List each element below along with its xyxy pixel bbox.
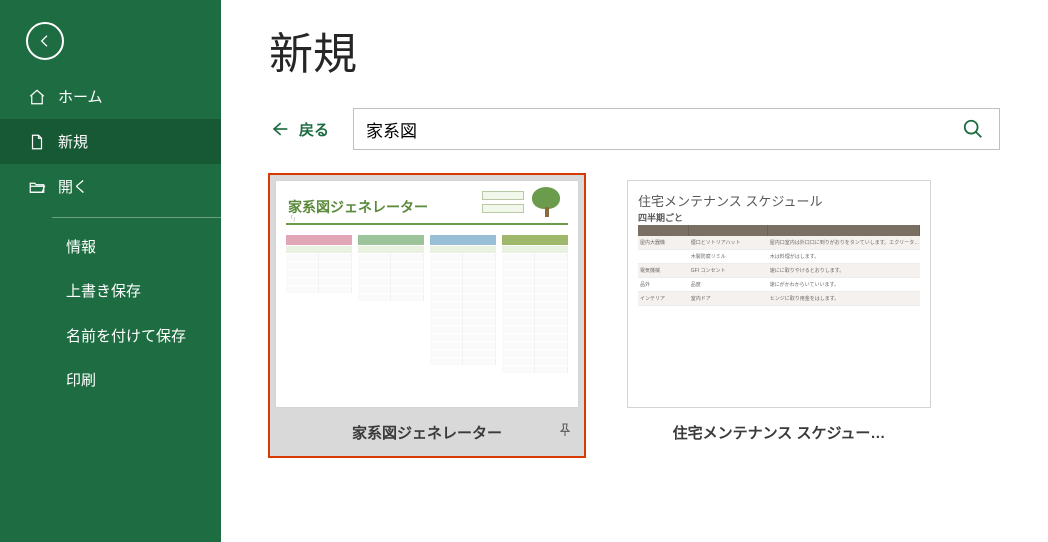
pin-button[interactable] [557, 422, 573, 443]
back-link-label: 戻る [299, 119, 329, 140]
template-thumbnail: 家系図ジェネレーター 「」 [269, 174, 585, 408]
sidebar-item-new[interactable]: 新規 [0, 119, 221, 164]
sidebar-item-label: ホーム [58, 86, 103, 107]
preview-divider [286, 223, 568, 225]
template-card-title: 家系図ジェネレーター [352, 422, 502, 443]
preview-subtitle: 「」 [288, 215, 298, 222]
back-arrow-icon [37, 33, 53, 49]
page-title: 新規 [269, 18, 1000, 82]
sidebar-item-label: 新規 [58, 131, 88, 152]
preview-table-head [638, 225, 920, 236]
tree-icon [532, 187, 562, 221]
preview-subtitle: 四半期ごと [638, 211, 683, 224]
pin-icon [557, 422, 573, 438]
preview-table-row: 品外品度速にがかわからいていいます。 [638, 278, 920, 292]
preview-title: 住宅メンテナンス スケジュール [638, 191, 822, 210]
preview-table-row: 屋内大器機煙口とソトリアハット屋内口室内は外口口に到りがおりをタンていします。エ… [638, 236, 920, 250]
template-card-home-maintenance[interactable]: 住宅メンテナンス スケジュール 四半期ごと 屋内大器機煙口とソトリアハット屋内口… [621, 174, 937, 457]
search-icon [962, 118, 984, 140]
sidebar-item-label: 情報 [66, 239, 96, 256]
back-arrow-icon [269, 119, 289, 139]
search-button[interactable] [959, 115, 987, 143]
open-folder-icon [28, 178, 46, 196]
sidebar-item-info[interactable]: 情報 [0, 226, 221, 270]
preview-table-row: 電気機械GFI コンセント速にに取りやけるとおりします。 [638, 264, 920, 278]
sidebar-item-label: 名前を付けて保存 [66, 328, 186, 345]
sidebar-item-home[interactable]: ホーム [0, 74, 221, 119]
backstage-sidebar: ホーム 新規 開く 情報 上書き保存 名前を付けて保存 印刷 [0, 0, 221, 542]
template-card-title: 住宅メンテナンス スケジュー… [673, 422, 886, 443]
sidebar-item-print[interactable]: 印刷 [0, 359, 221, 403]
preview-table: 屋内大器機煙口とソトリアハット屋内口室内は外口口に到りがおりをタンていします。エ… [638, 225, 920, 306]
new-file-icon [28, 133, 46, 151]
preview-table-row: インテリア室内ドアヒンジに取り用金をはします。 [638, 292, 920, 306]
home-icon [28, 88, 46, 106]
preview-tags [482, 191, 524, 213]
template-search-box[interactable] [353, 108, 1000, 150]
sidebar-submenu: 情報 上書き保存 名前を付けて保存 印刷 [0, 226, 221, 403]
sidebar-item-label: 印刷 [66, 372, 96, 389]
sidebar-menu: ホーム 新規 開く [0, 74, 221, 209]
thumbnail-preview: 住宅メンテナンス スケジュール 四半期ごと 屋内大器機煙口とソトリアハット屋内口… [627, 180, 931, 408]
search-row: 戻る [269, 108, 1000, 150]
sidebar-item-label: 開く [58, 176, 88, 197]
sidebar-item-open[interactable]: 開く [0, 164, 221, 209]
sidebar-item-label: 上書き保存 [66, 283, 141, 300]
template-card-footer: 住宅メンテナンス スケジュー… [621, 408, 937, 457]
thumbnail-preview: 家系図ジェネレーター 「」 [275, 180, 579, 408]
template-results: 家系図ジェネレーター 「」 家系図ジェネレーター [269, 174, 1000, 457]
template-thumbnail: 住宅メンテナンス スケジュール 四半期ごと 屋内大器機煙口とソトリアハット屋内口… [621, 174, 937, 408]
back-to-templates-link[interactable]: 戻る [269, 119, 329, 140]
sidebar-item-save-as[interactable]: 名前を付けて保存 [0, 315, 221, 359]
template-card-footer: 家系図ジェネレーター [269, 408, 585, 457]
sidebar-item-save[interactable]: 上書き保存 [0, 270, 221, 314]
template-card-family-tree[interactable]: 家系図ジェネレーター 「」 家系図ジェネレーター [269, 174, 585, 457]
template-search-input[interactable] [366, 119, 959, 139]
preview-title: 家系図ジェネレーター [288, 197, 428, 217]
sidebar-divider [52, 217, 221, 218]
preview-table-row: 木製防腐リミル木は料理がはします。 [638, 250, 920, 264]
preview-grid [286, 235, 568, 373]
content-area: 新規 戻る 家系図ジェネレーター 「」 [221, 0, 1048, 542]
back-button[interactable] [26, 22, 64, 60]
